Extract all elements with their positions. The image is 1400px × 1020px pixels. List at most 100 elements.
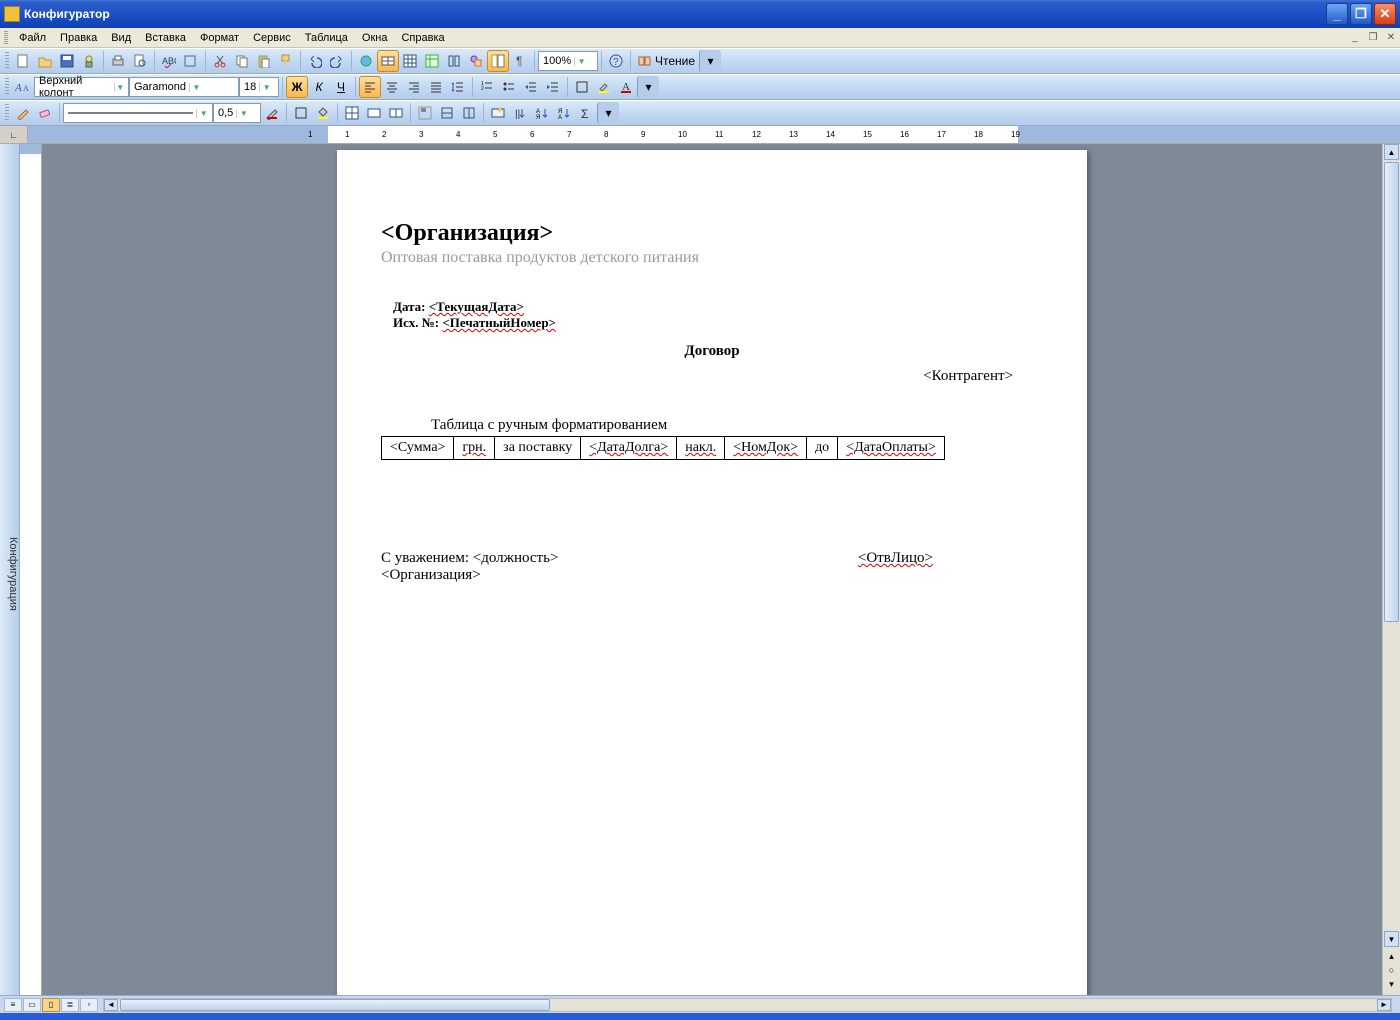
- show-formatting-button[interactable]: ¶: [509, 50, 531, 72]
- line-weight-combo[interactable]: 0,5▼: [213, 103, 261, 123]
- numbering-button[interactable]: 12: [476, 76, 498, 98]
- ruler-vertical[interactable]: [20, 144, 42, 995]
- prev-page-button[interactable]: ▴: [1384, 949, 1399, 963]
- drawing-button[interactable]: [465, 50, 487, 72]
- paste-button[interactable]: [253, 50, 275, 72]
- align-top-left-button[interactable]: [414, 102, 436, 124]
- font-color-button[interactable]: A: [615, 76, 637, 98]
- maximize-button[interactable]: ❐: [1350, 3, 1372, 25]
- print-button[interactable]: [107, 50, 129, 72]
- font-combo[interactable]: Garamond▼: [129, 77, 239, 97]
- scroll-left-button[interactable]: ◄: [104, 999, 118, 1011]
- reading-layout-button[interactable]: Чтение: [634, 50, 699, 72]
- insert-worksheet-button[interactable]: [421, 50, 443, 72]
- autoformat-button[interactable]: [487, 102, 509, 124]
- increase-indent-button[interactable]: [542, 76, 564, 98]
- mdi-minimize-button[interactable]: _: [1347, 31, 1363, 45]
- outline-view-button[interactable]: ≣: [61, 998, 79, 1012]
- distribute-columns-button[interactable]: [458, 102, 480, 124]
- menu-windows[interactable]: Окна: [355, 30, 395, 46]
- styles-button[interactable]: AA: [12, 76, 34, 98]
- eraser-button[interactable]: [34, 102, 56, 124]
- close-button[interactable]: ✕: [1374, 3, 1396, 25]
- scroll-up-button[interactable]: ▲: [1384, 144, 1399, 160]
- merge-cells-button[interactable]: [363, 102, 385, 124]
- font-size-combo[interactable]: 18▼: [239, 77, 279, 97]
- browse-object-button[interactable]: ○: [1384, 963, 1399, 977]
- hscroll-thumb[interactable]: [120, 999, 550, 1011]
- menu-file[interactable]: Файл: [12, 30, 53, 46]
- bullets-button[interactable]: [498, 76, 520, 98]
- align-left-button[interactable]: [359, 76, 381, 98]
- align-right-button[interactable]: [403, 76, 425, 98]
- align-center-button[interactable]: [381, 76, 403, 98]
- align-justify-button[interactable]: [425, 76, 447, 98]
- zoom-combo[interactable]: 100%▼: [538, 51, 598, 71]
- shading-color-button[interactable]: [312, 102, 334, 124]
- scroll-thumb[interactable]: [1384, 162, 1399, 622]
- document-map-button[interactable]: [487, 50, 509, 72]
- web-view-button[interactable]: ▭: [23, 998, 41, 1012]
- ruler-h-track[interactable]: 112345678910111213141516171819: [28, 126, 1400, 143]
- reading-view-button[interactable]: ▫: [80, 998, 98, 1012]
- split-cells-button[interactable]: [385, 102, 407, 124]
- borders-button[interactable]: [571, 76, 593, 98]
- document-area[interactable]: <Организация> Оптовая поставка продуктов…: [42, 144, 1382, 995]
- help-button[interactable]: ?: [605, 50, 627, 72]
- border-color-button[interactable]: [261, 102, 283, 124]
- scroll-right-button[interactable]: ►: [1377, 999, 1391, 1011]
- columns-button[interactable]: [443, 50, 465, 72]
- copy-button[interactable]: [231, 50, 253, 72]
- insert-table-button[interactable]: [341, 102, 363, 124]
- normal-view-button[interactable]: ≡: [4, 998, 22, 1012]
- toolbar-options-button[interactable]: ▾: [699, 50, 721, 72]
- style-combo[interactable]: Верхний колонт▼: [34, 77, 129, 97]
- cut-button[interactable]: [209, 50, 231, 72]
- menu-edit[interactable]: Правка: [53, 30, 104, 46]
- toolbar-options-button[interactable]: ▾: [597, 102, 619, 124]
- scroll-down-button[interactable]: ▼: [1384, 931, 1399, 947]
- outside-border-button[interactable]: [290, 102, 312, 124]
- menu-table[interactable]: Таблица: [298, 30, 355, 46]
- research-button[interactable]: [180, 50, 202, 72]
- decrease-indent-button[interactable]: [520, 76, 542, 98]
- menu-format[interactable]: Формат: [193, 30, 246, 46]
- distribute-rows-button[interactable]: [436, 102, 458, 124]
- insert-table-button[interactable]: [399, 50, 421, 72]
- menu-help[interactable]: Справка: [394, 30, 451, 46]
- permissions-button[interactable]: [78, 50, 100, 72]
- underline-button[interactable]: Ч: [330, 76, 352, 98]
- print-preview-button[interactable]: [129, 50, 151, 72]
- menu-view[interactable]: Вид: [104, 30, 138, 46]
- spellcheck-button[interactable]: ABC: [158, 50, 180, 72]
- autosum-button[interactable]: Σ: [575, 102, 597, 124]
- draw-table-button[interactable]: [12, 102, 34, 124]
- sort-asc-button[interactable]: АЯ: [531, 102, 553, 124]
- bold-button[interactable]: Ж: [286, 76, 308, 98]
- open-button[interactable]: [34, 50, 56, 72]
- side-panel-tab[interactable]: Конфигурация: [0, 144, 20, 995]
- undo-button[interactable]: [304, 50, 326, 72]
- text-direction-button[interactable]: ||: [509, 102, 531, 124]
- new-doc-button[interactable]: [12, 50, 34, 72]
- italic-button[interactable]: К: [308, 76, 330, 98]
- print-layout-view-button[interactable]: ▯: [42, 998, 60, 1012]
- line-spacing-button[interactable]: [447, 76, 469, 98]
- mdi-close-button[interactable]: ✕: [1383, 31, 1399, 45]
- menu-service[interactable]: Сервис: [246, 30, 298, 46]
- tables-borders-button[interactable]: [377, 50, 399, 72]
- minimize-button[interactable]: _: [1326, 3, 1348, 25]
- vertical-scrollbar[interactable]: ▲ ▼ ▴ ○ ▾: [1382, 144, 1400, 995]
- save-button[interactable]: [56, 50, 78, 72]
- sort-desc-button[interactable]: ЯА: [553, 102, 575, 124]
- horizontal-scrollbar[interactable]: ◄ ►: [103, 998, 1392, 1012]
- next-page-button[interactable]: ▾: [1384, 977, 1399, 991]
- redo-button[interactable]: [326, 50, 348, 72]
- menu-insert[interactable]: Вставка: [138, 30, 193, 46]
- format-painter-button[interactable]: [275, 50, 297, 72]
- ruler-corner[interactable]: ∟: [0, 126, 28, 143]
- hyperlink-button[interactable]: [355, 50, 377, 72]
- mdi-restore-button[interactable]: ❐: [1365, 31, 1381, 45]
- line-style-combo[interactable]: ▼: [63, 103, 213, 123]
- toolbar-options-button[interactable]: ▾: [637, 76, 659, 98]
